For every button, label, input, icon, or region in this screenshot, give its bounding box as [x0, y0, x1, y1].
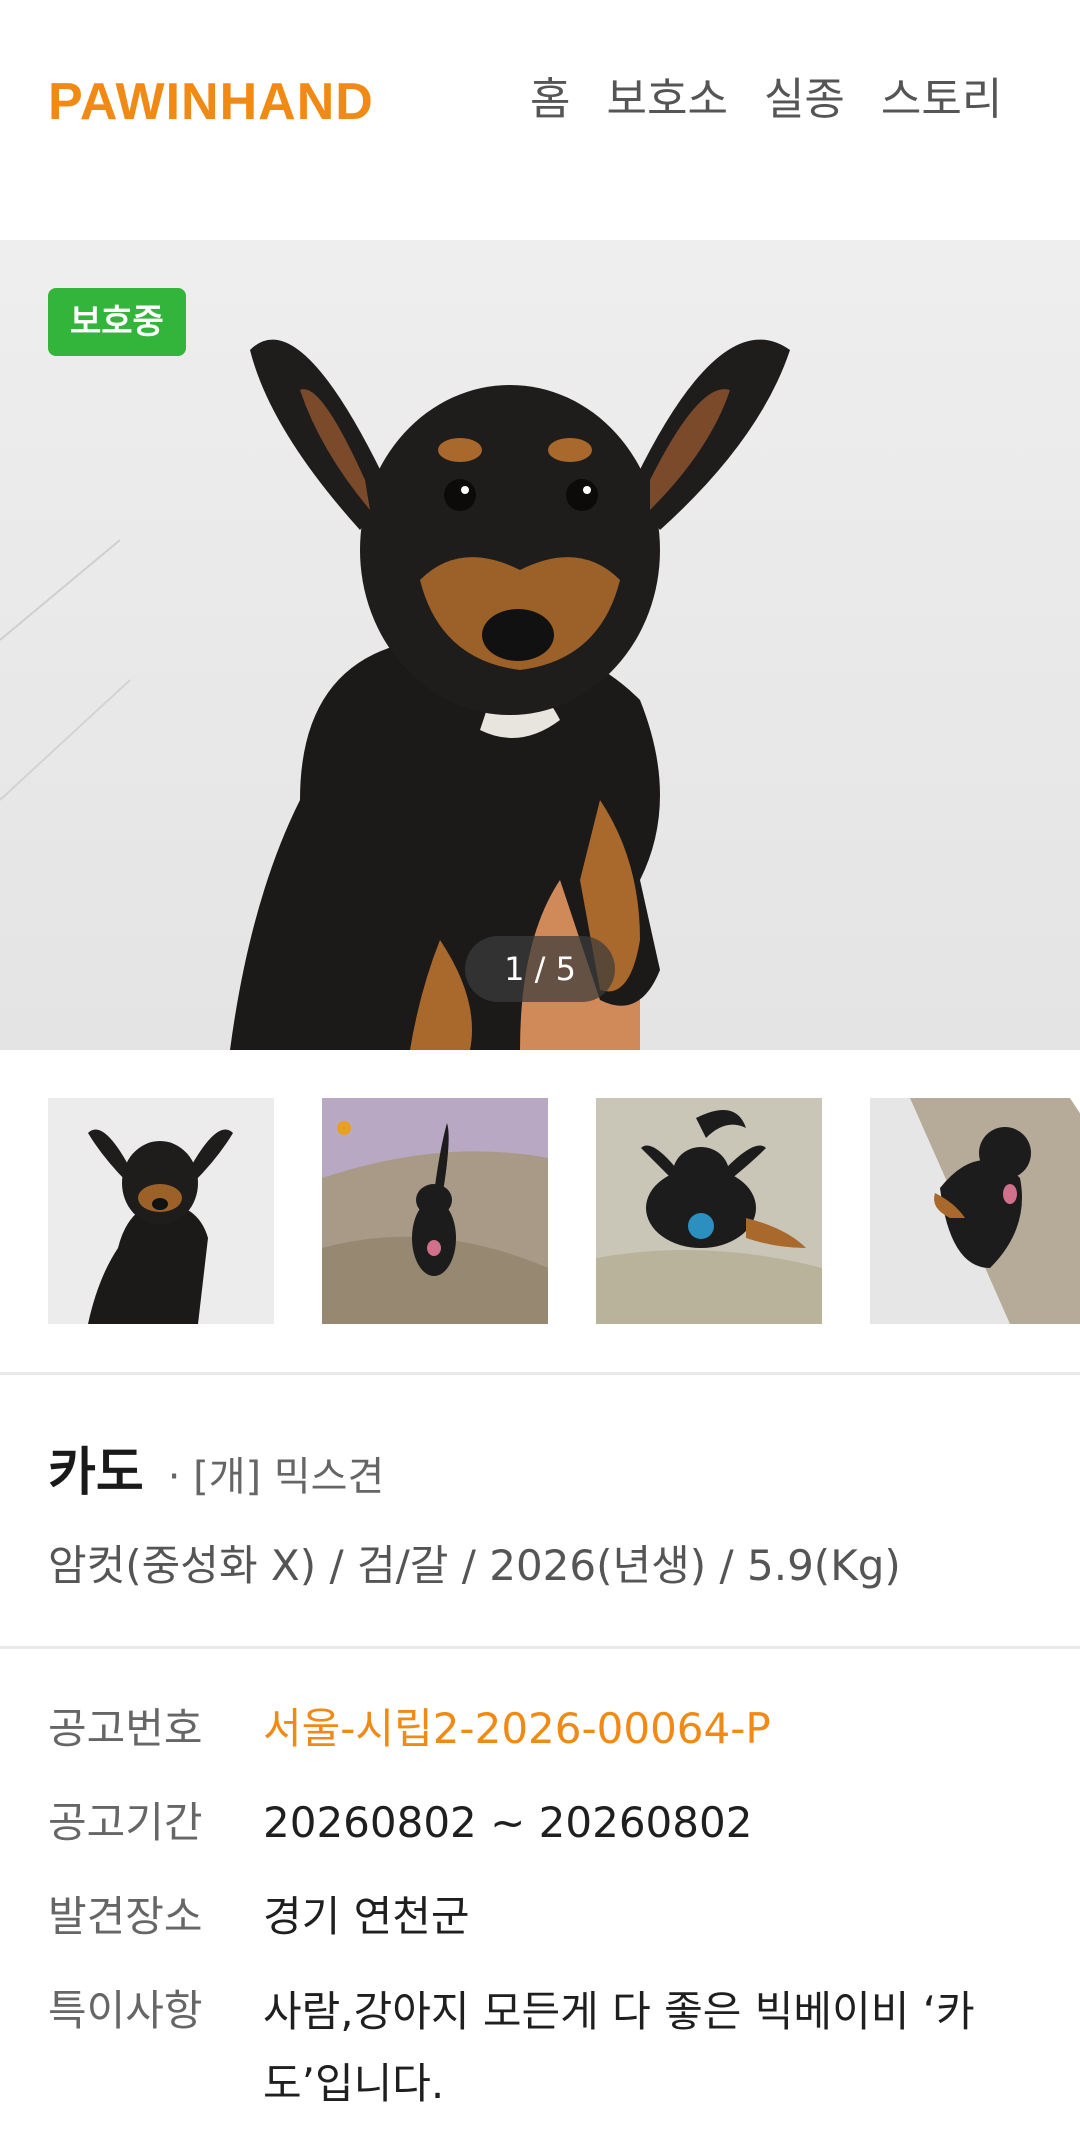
thumbnail-strip — [48, 1098, 1080, 1324]
notice-period-row: 공고기간 20260802 ~ 20260802 — [48, 1794, 1038, 1852]
notice-period-label: 공고기간 — [48, 1798, 203, 1847]
main-nav: 홈 보호소 실종 스토리 — [530, 72, 1002, 128]
dog-thumbnail-image — [322, 1098, 548, 1324]
thumbnail-3[interactable] — [596, 1098, 822, 1324]
pet-title-row: 카도 · [개] 믹스견 — [48, 1430, 384, 1505]
nav-home[interactable]: 홈 — [530, 72, 570, 128]
status-badge: 보호중 — [48, 288, 186, 356]
found-place-label: 발견장소 — [48, 1892, 203, 1941]
thumbnail-4[interactable] — [870, 1098, 1080, 1324]
nav-shelter[interactable]: 보호소 — [606, 72, 727, 128]
notice-number-label: 공고번호 — [48, 1704, 203, 1753]
header: PAWINHAND 홈 보호소 실종 스토리 — [0, 0, 1080, 200]
notice-number-row: 공고번호 서울-시립2-2026-00064-P — [48, 1700, 1038, 1758]
pet-summary: 암컷(중성화 X) / 검/갈 / 2026(년생) / 5.9(Kg) — [48, 1541, 901, 1590]
notice-number-value[interactable]: 서울-시립2-2026-00064-P — [263, 1700, 771, 1758]
image-counter: 1 / 5 — [465, 936, 615, 1002]
dog-thumbnail-image — [48, 1098, 274, 1324]
dog-photo — [0, 339, 790, 1050]
notice-period-value: 20260802 ~ 20260802 — [263, 1798, 753, 1847]
nav-story[interactable]: 스토리 — [881, 72, 1002, 128]
thumbnail-2[interactable] — [322, 1098, 548, 1324]
notes-label: 특이사항 — [48, 1986, 203, 2035]
notes-value: 사람,강아지 모든게 다 좋은 빅베이비 ‘카도’입니다. — [263, 1987, 975, 2108]
photo-carousel[interactable]: 보호중 1 / 5 — [0, 240, 1080, 1050]
found-place-row: 발견장소 경기 연천군 — [48, 1888, 1038, 1946]
brand-logo[interactable]: PAWINHAND — [48, 74, 374, 130]
found-place-value: 경기 연천군 — [263, 1892, 470, 1941]
nav-missing[interactable]: 실종 — [764, 72, 845, 128]
pet-name: 카도 — [48, 1443, 144, 1503]
divider — [0, 1646, 1080, 1649]
notes-row: 특이사항 사람,강아지 모든게 다 좋은 빅베이비 ‘카도’입니다. — [48, 1982, 1038, 2120]
thumbnail-1[interactable] — [48, 1098, 274, 1324]
pet-breed: · [개] 믹스견 — [167, 1454, 385, 1500]
dog-thumbnail-image — [596, 1098, 822, 1324]
dog-thumbnail-image — [870, 1098, 1080, 1324]
notice-details: 공고번호 서울-시립2-2026-00064-P 공고기간 20260802 ~… — [48, 1700, 1038, 2150]
divider — [0, 1372, 1080, 1375]
